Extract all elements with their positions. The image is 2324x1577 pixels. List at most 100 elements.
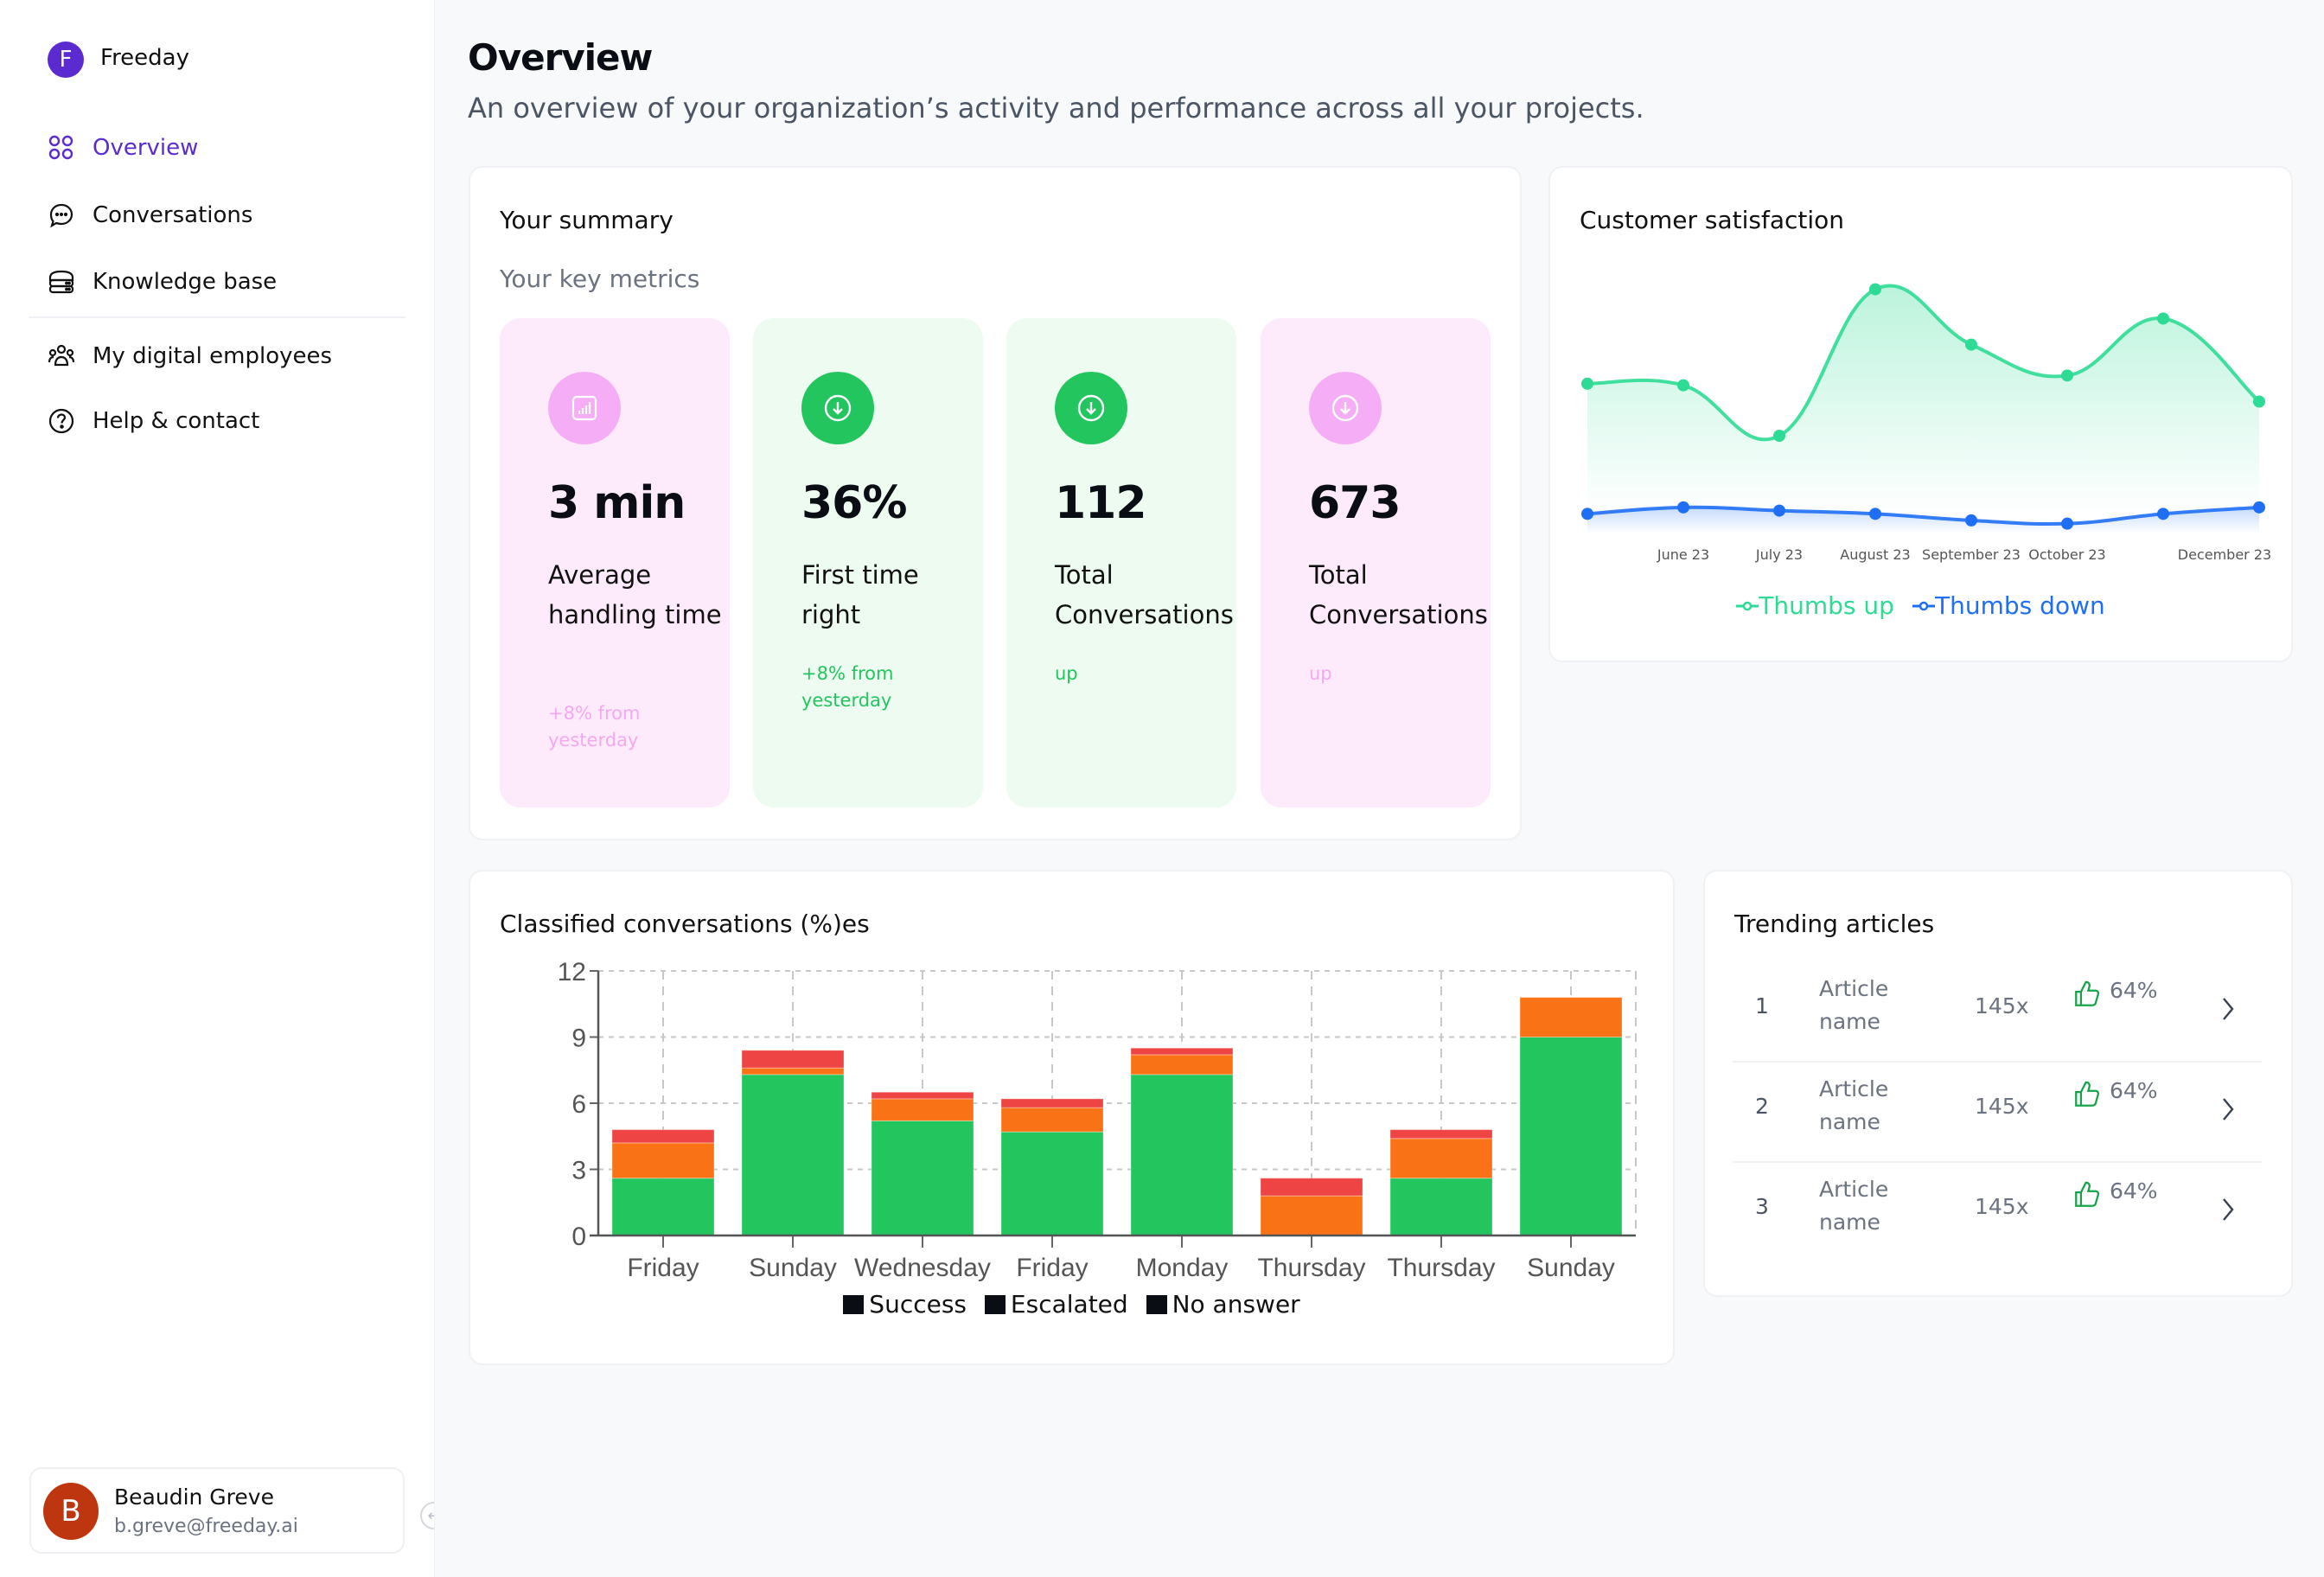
legend-line-marker-icon (1912, 601, 1936, 610)
metric-value: 3 min (548, 477, 686, 529)
arrow-down-circle-icon (1309, 372, 1382, 444)
arrow-down-circle-icon (801, 372, 874, 444)
sidebar-item-overview[interactable]: Overview (48, 125, 402, 170)
metric-tile-total-conversations[interactable]: 112 Total Conversations up (1006, 318, 1236, 808)
summary-title: Your summary (500, 206, 674, 234)
help-circle-icon (48, 407, 75, 435)
article-name: Article name (1819, 1177, 1889, 1235)
bar-escalated (1519, 997, 1623, 1038)
sidebar-item-digital-employees[interactable]: My digital employees (48, 334, 402, 379)
list-item[interactable]: 2 Article name 145x 64% (1733, 1063, 2262, 1163)
legend-swatch (984, 1294, 1006, 1314)
bar-no-answer (1130, 1047, 1234, 1056)
grid-icon (48, 134, 75, 162)
chevron-right-icon[interactable] (2217, 1192, 2239, 1227)
x-tick-label: Thursday (1387, 1254, 1495, 1282)
article-views: 145x (1975, 1094, 2029, 1119)
metric-tile-avg-handling-time[interactable]: 3 min Average handling time +8% from yes… (500, 318, 730, 808)
data-point (1965, 338, 1977, 351)
legend-thumbs-up[interactable]: Thumbs up (1736, 591, 1894, 620)
list-item[interactable]: 1 Article name 145x 64% (1733, 962, 2262, 1063)
bar-success (741, 1074, 845, 1236)
sidebar-item-label: Help & contact (93, 408, 260, 434)
sidebar-item-label: My digital employees (93, 343, 333, 369)
data-point (1869, 508, 1881, 520)
x-tick-label: Sunday (1527, 1254, 1615, 1282)
list-item[interactable]: 3 Article name 145x 64% (1733, 1163, 2262, 1263)
x-tick-label: September 23 (1922, 546, 2021, 563)
data-point (1965, 514, 1977, 527)
metric-tile-total-conversations-2[interactable]: 673 Total Conversations up (1261, 318, 1491, 808)
x-tick-label: December 23 (2177, 546, 2272, 563)
trending-title: Trending articles (1734, 910, 1935, 938)
metric-label: Total Conversations (1055, 560, 1234, 629)
article-views: 145x (1975, 1194, 2029, 1219)
data-point (2157, 312, 2169, 325)
legend-thumbs-down[interactable]: Thumbs down (1912, 591, 2105, 620)
thumbs-up-icon (2075, 1081, 2100, 1107)
chevron-right-icon[interactable] (2217, 1092, 2239, 1127)
data-point (1581, 508, 1593, 520)
sidebar-item-conversations[interactable]: Conversations (48, 193, 402, 238)
sidebar-divider (29, 316, 405, 318)
brand-logo[interactable]: F (48, 42, 84, 78)
bar-success (1389, 1178, 1493, 1236)
data-point (2061, 369, 2073, 382)
bar-escalated (871, 1098, 974, 1121)
article-rank: 2 (1755, 1094, 1769, 1119)
legend-swatch (843, 1294, 865, 1314)
article-views: 145x (1975, 993, 2029, 1018)
sidebar-item-help[interactable]: Help & contact (48, 399, 402, 444)
bar-success (1000, 1131, 1104, 1236)
metric-change: +8% from yesterday (801, 663, 894, 711)
x-tick-label: Thursday (1257, 1254, 1365, 1282)
metric-value: 112 (1055, 477, 1147, 529)
x-tick-label: October 23 (2028, 546, 2106, 563)
data-point (1869, 283, 1881, 296)
bar-escalated (611, 1142, 715, 1179)
metric-tile-first-time-right[interactable]: 36% First time right +8% from yesterday (753, 318, 983, 808)
x-tick-label: June 23 (1657, 546, 1710, 563)
legend-label: Thumbs down (1935, 591, 2105, 620)
legend-label: No answer (1172, 1290, 1300, 1318)
chevron-right-icon[interactable] (2217, 992, 2239, 1026)
legend-success[interactable]: Success (843, 1290, 967, 1318)
metric-change: up (1309, 663, 1332, 684)
satisfaction-legend: Thumbs up Thumbs down (1548, 591, 2293, 620)
y-tick-label: 12 (558, 958, 586, 986)
database-icon (48, 268, 75, 296)
bar-escalated (741, 1067, 845, 1076)
bar-no-answer (1000, 1098, 1104, 1108)
user-email: b.greve@freeday.ai (114, 1516, 298, 1537)
legend-escalated[interactable]: Escalated (984, 1290, 1128, 1318)
legend-label: Escalated (1010, 1290, 1128, 1318)
user-profile-card[interactable]: B Beaudin Greve b.greve@freeday.ai (29, 1467, 405, 1554)
metric-change: +8% from yesterday (548, 703, 641, 750)
article-rating: 64% (2110, 978, 2158, 1003)
x-tick-label: Friday (1016, 1254, 1088, 1282)
article-rank: 3 (1755, 1194, 1769, 1219)
brand-name[interactable]: Freeday (100, 45, 189, 71)
sidebar-item-label: Overview (93, 135, 199, 161)
users-icon (48, 342, 75, 370)
bar-escalated (1000, 1107, 1104, 1133)
page-title: Overview (468, 36, 653, 79)
data-point (1677, 379, 1689, 392)
thumbs-up-icon (2075, 1181, 2100, 1207)
article-rank: 1 (1755, 993, 1769, 1018)
data-point (2157, 508, 2169, 520)
legend-no-answer[interactable]: No answer (1146, 1290, 1300, 1318)
classified-legend: Success Escalated No answer (469, 1290, 1675, 1320)
bar-escalated (1260, 1195, 1363, 1236)
sidebar-item-label: Knowledge base (93, 269, 278, 295)
sidebar-item-knowledge-base[interactable]: Knowledge base (48, 259, 402, 304)
legend-swatch (1146, 1294, 1167, 1314)
y-tick-label: 9 (571, 1025, 586, 1053)
bar-no-answer (611, 1129, 715, 1144)
satisfaction-chart (1581, 283, 2265, 533)
x-tick-label: August 23 (1840, 546, 1911, 563)
bar-success (1130, 1074, 1234, 1236)
data-point (2253, 501, 2265, 514)
article-name: Article name (1819, 976, 1889, 1034)
bar-chart-icon (548, 372, 621, 444)
